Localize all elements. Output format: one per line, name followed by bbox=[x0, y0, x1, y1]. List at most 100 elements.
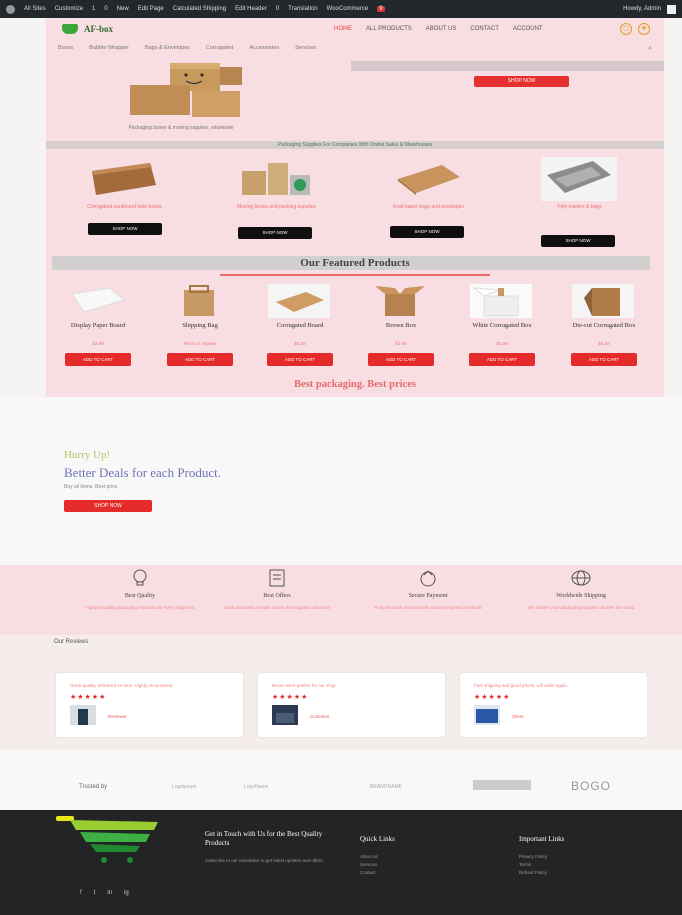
twitter-icon[interactable]: t bbox=[94, 890, 96, 896]
deals-shop-button[interactable]: SHOP NOW bbox=[64, 500, 152, 512]
footer-link[interactable]: Services bbox=[360, 862, 377, 867]
category-link[interactable]: Services bbox=[295, 45, 316, 51]
product-price: $1.99 bbox=[395, 341, 407, 346]
important-links-title: Important Links bbox=[519, 835, 565, 843]
review-text: Great quality, delivered on time. Highly… bbox=[70, 683, 174, 688]
kraft-paper-image bbox=[398, 165, 460, 195]
rating-stars: ★★★★★ bbox=[272, 694, 309, 701]
boxes-image bbox=[130, 63, 242, 117]
logo-text: AF-box bbox=[84, 24, 113, 34]
partner-logo: Logoipsum bbox=[172, 784, 197, 790]
nav-contact[interactable]: CONTACT bbox=[470, 26, 499, 32]
globe-icon bbox=[571, 570, 591, 586]
product-image bbox=[470, 284, 532, 318]
partners-section: Trusted by Logoipsum LogoName BRANDNAME … bbox=[0, 750, 682, 810]
add-to-cart-button[interactable]: ADD TO CART bbox=[368, 353, 434, 366]
admin-item[interactable]: Edit Header bbox=[235, 6, 267, 12]
category-nav: Boxes Bubble Wrapper Bags & Envelopes Co… bbox=[58, 45, 316, 51]
add-to-cart-button[interactable]: ADD TO CART bbox=[469, 353, 535, 366]
footer-link[interactable]: Terms bbox=[519, 862, 531, 867]
nav-about[interactable]: ABOUT US bbox=[426, 26, 457, 32]
feature-text: We deliver your packaging supplies all o… bbox=[528, 605, 634, 610]
category-link[interactable]: Corrugated bbox=[206, 45, 234, 51]
site-footer: f t in ig Get in Touch with Us for the B… bbox=[0, 810, 682, 915]
search-icon[interactable]: ⌕ bbox=[648, 45, 652, 53]
product-name[interactable]: Die-cut Corrugated Box bbox=[558, 322, 650, 330]
wordpress-icon[interactable] bbox=[6, 4, 15, 14]
nav-home[interactable]: HOME bbox=[334, 26, 352, 32]
partner-logo-bogo: BOGO bbox=[571, 779, 612, 793]
cart-logo-icon bbox=[62, 24, 78, 34]
poly-mailer-image bbox=[541, 157, 617, 201]
hero-banner: SHOP NOW Packaging boxes & moving suppli… bbox=[46, 61, 664, 141]
product-name[interactable]: White Corrugated Box bbox=[456, 322, 548, 330]
add-to-cart-button[interactable]: ADD TO CART bbox=[267, 353, 333, 366]
shop-now-button[interactable]: SHOP NOW bbox=[88, 223, 162, 235]
product-name[interactable]: Brown Box bbox=[355, 322, 447, 330]
shop-now-button[interactable]: SHOP NOW bbox=[390, 226, 464, 238]
footer-link[interactable]: Privacy Policy bbox=[519, 854, 547, 859]
admin-item[interactable]: 0 bbox=[276, 6, 279, 12]
admin-user[interactable]: Howdy, Admin bbox=[623, 6, 661, 12]
slogan: Best packaging. Best prices bbox=[294, 379, 416, 390]
social-links: f t in ig bbox=[80, 890, 129, 896]
shop-now-button[interactable]: SHOP NOW bbox=[238, 227, 312, 239]
add-to-cart-button[interactable]: ADD TO CART bbox=[65, 353, 131, 366]
wishlist-icon[interactable]: ★ bbox=[638, 23, 650, 35]
facebook-icon[interactable]: f bbox=[80, 890, 82, 896]
reviewer-photo bbox=[474, 705, 500, 725]
admin-item[interactable]: Customize bbox=[55, 6, 83, 12]
product-name[interactable]: Display Paper Board bbox=[52, 322, 144, 330]
instagram-icon[interactable]: ig bbox=[124, 890, 129, 896]
category-link[interactable]: Boxes bbox=[58, 45, 73, 51]
category-link[interactable]: Bubble Wrapper bbox=[89, 45, 129, 51]
add-to-cart-button[interactable]: ADD TO CART bbox=[571, 353, 637, 366]
category-link[interactable]: Accessories bbox=[249, 45, 279, 51]
product-name[interactable]: Shipping Bag bbox=[154, 322, 246, 330]
category-link[interactable]: Bags & Envelopes bbox=[145, 45, 190, 51]
category-title: Kraft paper bags and envelopes bbox=[393, 204, 464, 210]
featured-section: Our Featured Products Display Paper Boar… bbox=[46, 252, 664, 397]
admin-item[interactable]: 1 bbox=[92, 6, 95, 12]
admin-item[interactable]: New bbox=[117, 6, 129, 12]
quick-links-title: Quick Links bbox=[360, 835, 395, 843]
header-icons: ◻ ★ bbox=[620, 23, 650, 35]
footer-link[interactable]: About us bbox=[360, 854, 378, 859]
footer-link[interactable]: Refund Policy bbox=[519, 870, 547, 875]
admin-item[interactable]: 0 bbox=[104, 6, 107, 12]
footer-touch-text: Subscribe to our newsletter to get lates… bbox=[205, 858, 324, 863]
trusted-label: Trusted by bbox=[79, 784, 108, 790]
admin-item[interactable]: WooCommerce bbox=[327, 6, 369, 12]
avatar[interactable] bbox=[667, 4, 676, 14]
nav-account[interactable]: ACCOUNT bbox=[513, 26, 543, 32]
cart-icon[interactable]: ◻ bbox=[620, 23, 632, 35]
admin-item[interactable]: Translation bbox=[288, 6, 317, 12]
reviewer-photo bbox=[272, 705, 298, 725]
category-title: Poly mailers & bags bbox=[557, 204, 602, 210]
admin-item[interactable]: Calculated Shipping bbox=[173, 6, 226, 12]
nav-all-products[interactable]: ALL PRODUCTS bbox=[366, 26, 412, 32]
featured-title: Our Featured Products bbox=[300, 257, 410, 269]
site-logo[interactable]: AF-box bbox=[62, 24, 113, 34]
feature-title: Best Quality bbox=[124, 593, 156, 599]
linkedin-icon[interactable]: in bbox=[107, 890, 112, 896]
admin-item[interactable]: Edit Page bbox=[138, 6, 164, 12]
partner-logo: BRANDNAME bbox=[370, 784, 402, 790]
hero-shop-button[interactable]: SHOP NOW bbox=[474, 76, 569, 87]
shop-now-button[interactable]: SHOP NOW bbox=[541, 235, 615, 247]
hero-stripe bbox=[351, 61, 664, 71]
admin-bar: All Sites Customize 1 0 New Edit Page Ca… bbox=[0, 0, 682, 18]
footer-link[interactable]: Contact bbox=[360, 870, 376, 875]
review-text: Fast shipping and good prices, will orde… bbox=[474, 683, 569, 688]
review-card: Fast shipping and good prices, will orde… bbox=[460, 673, 647, 737]
admin-item[interactable]: All Sites bbox=[24, 6, 46, 12]
product-price: $5.49 bbox=[598, 341, 610, 346]
moving-boxes-image bbox=[242, 163, 310, 195]
site-header: AF-box HOME ALL PRODUCTS ABOUT US CONTAC… bbox=[46, 18, 664, 61]
reviewer-photo bbox=[70, 705, 96, 725]
feature-title: Best Offers bbox=[263, 593, 291, 599]
reviewer-name: Client bbox=[512, 714, 524, 719]
add-to-cart-button[interactable]: ADD TO CART bbox=[167, 353, 233, 366]
product-name[interactable]: Corrugated Board bbox=[254, 322, 346, 330]
feature-text: Highest quality packaging materials for … bbox=[85, 605, 195, 610]
